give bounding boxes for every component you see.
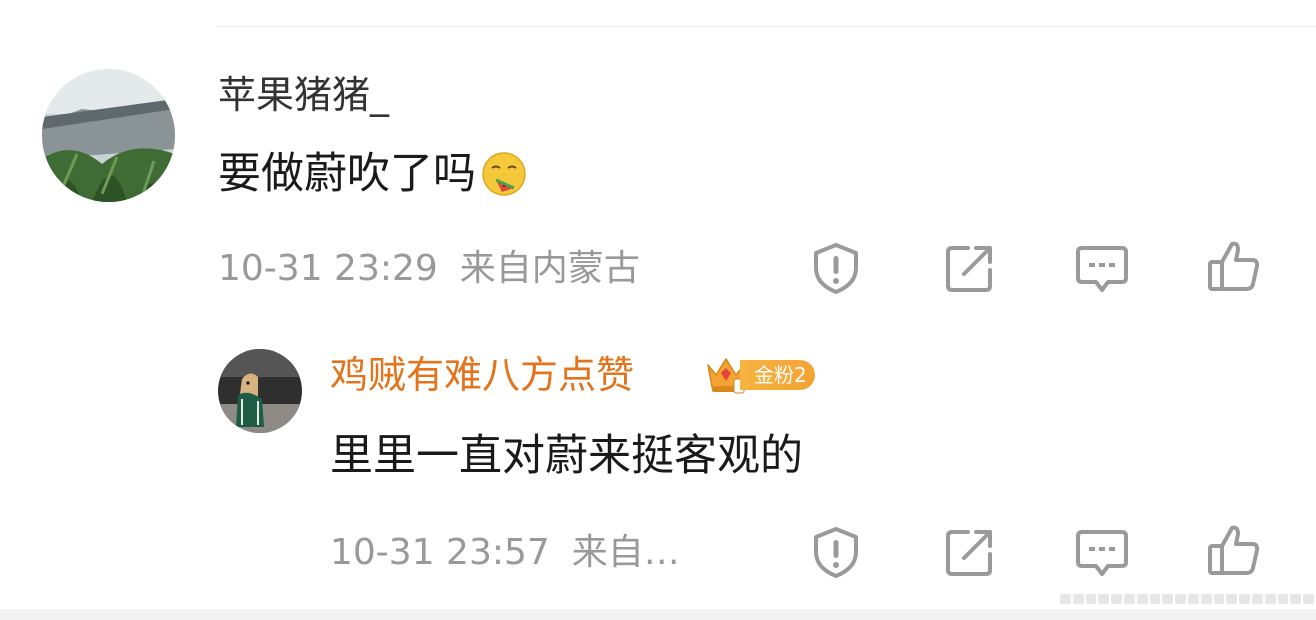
comment-icon[interactable]: [1074, 524, 1130, 580]
share-icon[interactable]: [942, 524, 998, 580]
comment-text-content: 要做蔚吹了吗: [218, 149, 476, 199]
comment-time: 10-31 23:29: [218, 248, 438, 289]
reply-avatar[interactable]: [218, 349, 302, 433]
comment-icon[interactable]: [1074, 240, 1130, 296]
drooling-watermelon-emoji-icon: [480, 150, 528, 198]
fan-badge-label: 金粉2: [740, 360, 815, 390]
reply-time: 10-31 23:57: [330, 532, 550, 573]
comment-meta: 10-31 23:29 来自内蒙古: [218, 246, 640, 292]
reply-meta: 10-31 23:57 来自…: [330, 530, 680, 576]
reply-text: 里里一直对蔚来挺客观的: [330, 431, 803, 481]
report-icon[interactable]: [808, 524, 864, 580]
comment-location: 来自内蒙古: [459, 248, 640, 289]
top-divider: [216, 26, 1316, 27]
report-icon[interactable]: [808, 240, 864, 296]
horizontal-scrollbar[interactable]: [1060, 594, 1314, 604]
bottom-divider: [0, 609, 1316, 620]
avatar[interactable]: [42, 69, 175, 202]
like-icon[interactable]: [1206, 238, 1262, 294]
reply-author[interactable]: 鸡贼有难八方点赞: [330, 349, 634, 401]
like-icon[interactable]: [1206, 522, 1262, 578]
comment-text: 要做蔚吹了吗: [218, 146, 528, 202]
fan-badge[interactable]: 金粉2: [704, 355, 815, 395]
comment-author[interactable]: 苹果猪猪_: [218, 70, 389, 120]
reply-location: 来自…: [571, 532, 680, 573]
share-icon[interactable]: [942, 240, 998, 296]
